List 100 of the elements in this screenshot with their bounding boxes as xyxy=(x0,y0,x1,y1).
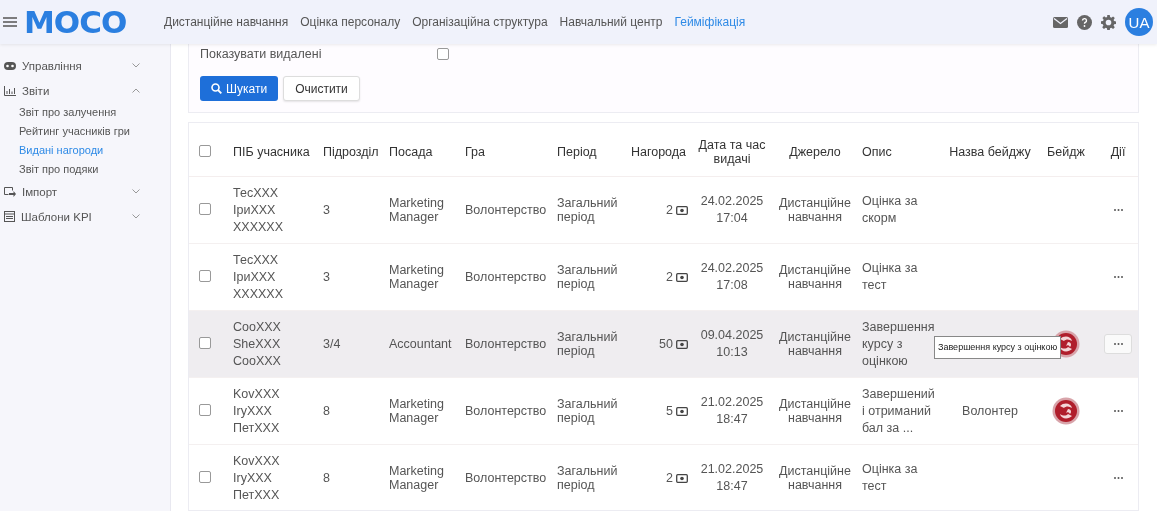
table-cell-text: IryXXX xyxy=(233,469,273,487)
table-cell-text: KovXXX xyxy=(233,385,281,403)
table-cell: 24.02.2025 xyxy=(700,193,764,210)
table-cell: Дистанційне навчання xyxy=(779,397,851,425)
nav-link[interactable]: Навчальний центр xyxy=(559,15,663,29)
table-cell: 3 xyxy=(323,270,330,284)
table-cell: Marketing Manager xyxy=(389,397,444,425)
table-icon xyxy=(4,211,15,222)
column-header: Період xyxy=(553,128,625,177)
table-cell: 8 xyxy=(323,471,330,485)
clear-button[interactable]: Очистити xyxy=(283,76,360,101)
table-cell-text: СооХХХ xyxy=(233,352,282,370)
checkbox-label: Показувати видалені xyxy=(200,47,323,61)
table-cell-text: ХХХХХХ xyxy=(233,218,285,236)
checkbox[interactable] xyxy=(199,403,211,416)
column-header: Назва бейджу xyxy=(944,128,1036,177)
table-cell: Волонтерство xyxy=(465,203,547,217)
table-cell-text: Оцінка за тест xyxy=(862,461,919,495)
table-cell: Дистанційне навчання xyxy=(779,330,851,358)
table-cell-text: ПетХХХ xyxy=(233,486,281,504)
table-cell-text: SheXXX xyxy=(233,335,282,353)
sidebar-subitem[interactable]: Звіт про подяки xyxy=(0,160,170,179)
checkbox[interactable] xyxy=(199,202,211,215)
nav-link[interactable]: Дистанційне навчання xyxy=(164,15,289,29)
checkbox[interactable] xyxy=(199,336,211,349)
table-cell: 17:04 xyxy=(716,210,748,227)
import-icon xyxy=(4,186,16,197)
sidebar-item[interactable]: Управління xyxy=(0,53,170,78)
tooltip: Завершення курсу з оцінкою xyxy=(934,336,1062,359)
column-header: Джерело xyxy=(772,128,858,177)
sidebar-subitem[interactable]: Звіт про залучення xyxy=(0,103,170,122)
table-cell: Accountant xyxy=(389,337,452,351)
table-cell: 10:13 xyxy=(716,344,748,361)
table-cell: Дистанційне навчання xyxy=(779,464,851,492)
mail-icon[interactable] xyxy=(1053,16,1068,28)
banknote-icon xyxy=(676,272,688,282)
checkbox[interactable] xyxy=(199,470,211,483)
nav-link[interactable]: Оцінка персоналу xyxy=(300,15,401,29)
table-cell: Волонтер xyxy=(962,404,1018,418)
user-avatar[interactable]: UA xyxy=(1125,8,1153,36)
column-header: Нагорода xyxy=(625,128,692,177)
table-cell: 2 xyxy=(666,270,673,284)
table-cell: 50 xyxy=(659,337,673,351)
checkbox[interactable] xyxy=(199,144,211,157)
table-cell-text: ІриХХХ xyxy=(233,268,277,286)
table-cell: Загальний період xyxy=(557,263,618,291)
banknote-icon xyxy=(676,205,688,215)
table-cell-text: Завершення курсу з оцінкою xyxy=(862,318,936,370)
table-cell-text: Оцінка за скорм xyxy=(862,193,919,227)
table-cell: 21.02.2025 xyxy=(700,461,764,478)
sidebar-item[interactable]: Звіти xyxy=(0,78,170,103)
more-button[interactable] xyxy=(1104,334,1132,354)
sidebar-subitem[interactable]: Рейтинг учасників гри xyxy=(0,122,170,141)
table-cell: 3 xyxy=(323,203,330,217)
column-header: Дата та час видачі xyxy=(692,128,772,177)
table-cell: Загальний період xyxy=(557,330,618,358)
table-cell: 17:08 xyxy=(716,277,748,294)
chart-icon xyxy=(4,85,16,96)
column-header: Опис xyxy=(858,128,944,177)
checkbox[interactable] xyxy=(437,48,449,60)
table-cell: Загальний період xyxy=(557,464,618,492)
table-cell: Волонтерство xyxy=(465,270,547,284)
table-cell: 18:47 xyxy=(716,478,748,495)
gamepad-icon xyxy=(4,61,16,70)
table-cell: 2 xyxy=(666,203,673,217)
table-cell-text: ТесХХХ xyxy=(233,184,280,202)
checkbox[interactable] xyxy=(199,269,211,282)
sidebar-item[interactable]: Шаблони KPI xyxy=(0,204,170,229)
column-header: ПІБ учасника xyxy=(229,128,319,177)
table-cell: Marketing Manager xyxy=(389,196,444,224)
table-cell: 18:47 xyxy=(716,411,748,428)
sidebar-item[interactable]: Імпорт xyxy=(0,179,170,204)
column-header: Дії xyxy=(1096,128,1138,177)
table-cell-text: СооХХХ xyxy=(233,318,282,336)
table-cell: 21.02.2025 xyxy=(700,394,764,411)
column-header: Підрозділ xyxy=(319,128,385,177)
table-cell-text: Оцінка за тест xyxy=(862,260,919,294)
table-cell: 24.02.2025 xyxy=(700,260,764,277)
logo[interactable]: MOCO xyxy=(24,4,164,40)
table-cell: Волонтерство xyxy=(465,471,547,485)
table-cell-text: ІриХХХ xyxy=(233,201,277,219)
table-cell-text: IryXXX xyxy=(233,402,273,420)
table-cell: Волонтерство xyxy=(465,337,547,351)
table-cell: Загальний період xyxy=(557,196,618,224)
help-icon[interactable] xyxy=(1077,14,1092,30)
table-cell-text: ТесХХХ xyxy=(233,251,280,269)
settings-icon[interactable] xyxy=(1101,14,1116,30)
table-cell: Дистанційне навчання xyxy=(779,196,851,224)
table-cell-text: ХХХХХХ xyxy=(233,285,285,303)
table-cell: Marketing Manager xyxy=(389,263,444,291)
table-cell: 2 xyxy=(666,471,673,485)
banknote-icon xyxy=(676,473,688,483)
column-header: Гра xyxy=(461,128,553,177)
table-cell: Волонтерство xyxy=(465,404,547,418)
table-cell: Загальний період xyxy=(557,397,618,425)
menu-icon[interactable] xyxy=(3,17,17,27)
column-header: Посада xyxy=(385,128,461,177)
search-button[interactable]: Шукати xyxy=(200,76,279,101)
nav-link[interactable]: Організаційна структура xyxy=(412,15,548,29)
table-cell-text: Завершений і отриманий бал за ... xyxy=(862,385,936,437)
